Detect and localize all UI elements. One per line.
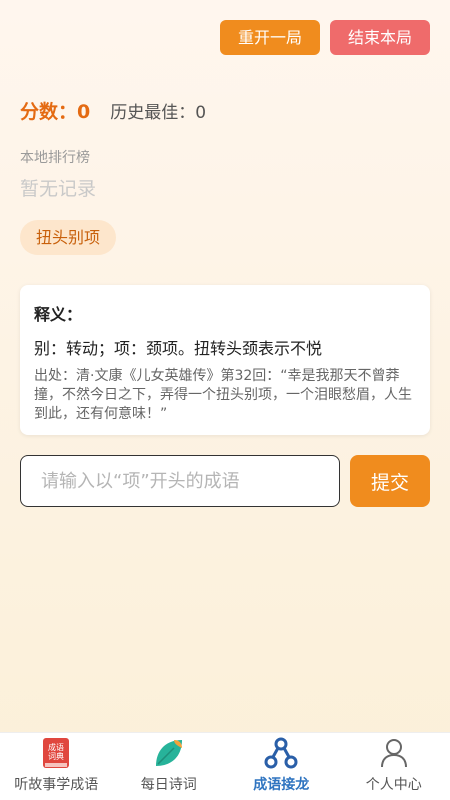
- tab-daily-poem[interactable]: 每日诗词: [113, 733, 226, 800]
- tab-stories[interactable]: 成语 词典 听故事学成语: [0, 733, 113, 800]
- best-score: 历史最佳：0: [110, 98, 206, 123]
- svg-text:词典: 词典: [48, 751, 64, 761]
- tab-profile-label: 个人中心: [365, 777, 422, 793]
- answer-row: 提交: [20, 455, 430, 507]
- end-game-button[interactable]: 结束本局: [330, 20, 430, 55]
- idiom-input[interactable]: [20, 455, 340, 507]
- definition-meaning: 别：转动；项：颈项。扭转头颈表示不悦: [34, 339, 323, 358]
- definition-card: 释义： 别：转动；项：颈项。扭转头颈表示不悦 出处：清·文康《儿女英雄传》第32…: [20, 285, 430, 435]
- definition-source: 出处：清·文康《儿女英雄传》第32回：“幸是我那天不曾莽撞，不然今日之下，弄得一…: [34, 368, 412, 422]
- score-row: 分数：0 历史最佳：0: [20, 97, 206, 124]
- dictionary-book-icon: 成语 词典: [39, 736, 73, 770]
- bottom-tabbar: 成语 词典 听故事学成语 每日诗词 成语接龙 个人中心: [0, 732, 450, 800]
- score-value: 0: [77, 101, 91, 123]
- leaf-icon: [152, 736, 186, 770]
- top-actions: 重开一局 结束本局: [220, 20, 430, 55]
- tab-profile[interactable]: 个人中心: [338, 733, 450, 800]
- svg-text:成语: 成语: [48, 742, 64, 752]
- best-score-label: 历史最佳：: [110, 103, 196, 123]
- user-icon: [377, 736, 411, 770]
- restart-button[interactable]: 重开一局: [220, 20, 320, 55]
- leaderboard-empty: 暂无记录: [20, 178, 97, 200]
- score-display: 分数：0: [20, 97, 90, 124]
- submit-button[interactable]: 提交: [350, 455, 430, 507]
- tab-idiom-chain-label: 成语接龙: [253, 777, 310, 793]
- tab-stories-label: 听故事学成语: [14, 777, 99, 793]
- current-idiom-chip: 扭头别项: [20, 220, 117, 255]
- tab-idiom-chain[interactable]: 成语接龙: [225, 733, 338, 800]
- leaderboard-title: 本地排行榜: [20, 150, 90, 166]
- tab-daily-poem-label: 每日诗词: [140, 777, 197, 793]
- score-label: 分数：: [20, 101, 78, 123]
- best-score-value: 0: [195, 103, 207, 123]
- chain-nodes-icon: [264, 736, 298, 770]
- definition-title: 释义：: [34, 305, 83, 324]
